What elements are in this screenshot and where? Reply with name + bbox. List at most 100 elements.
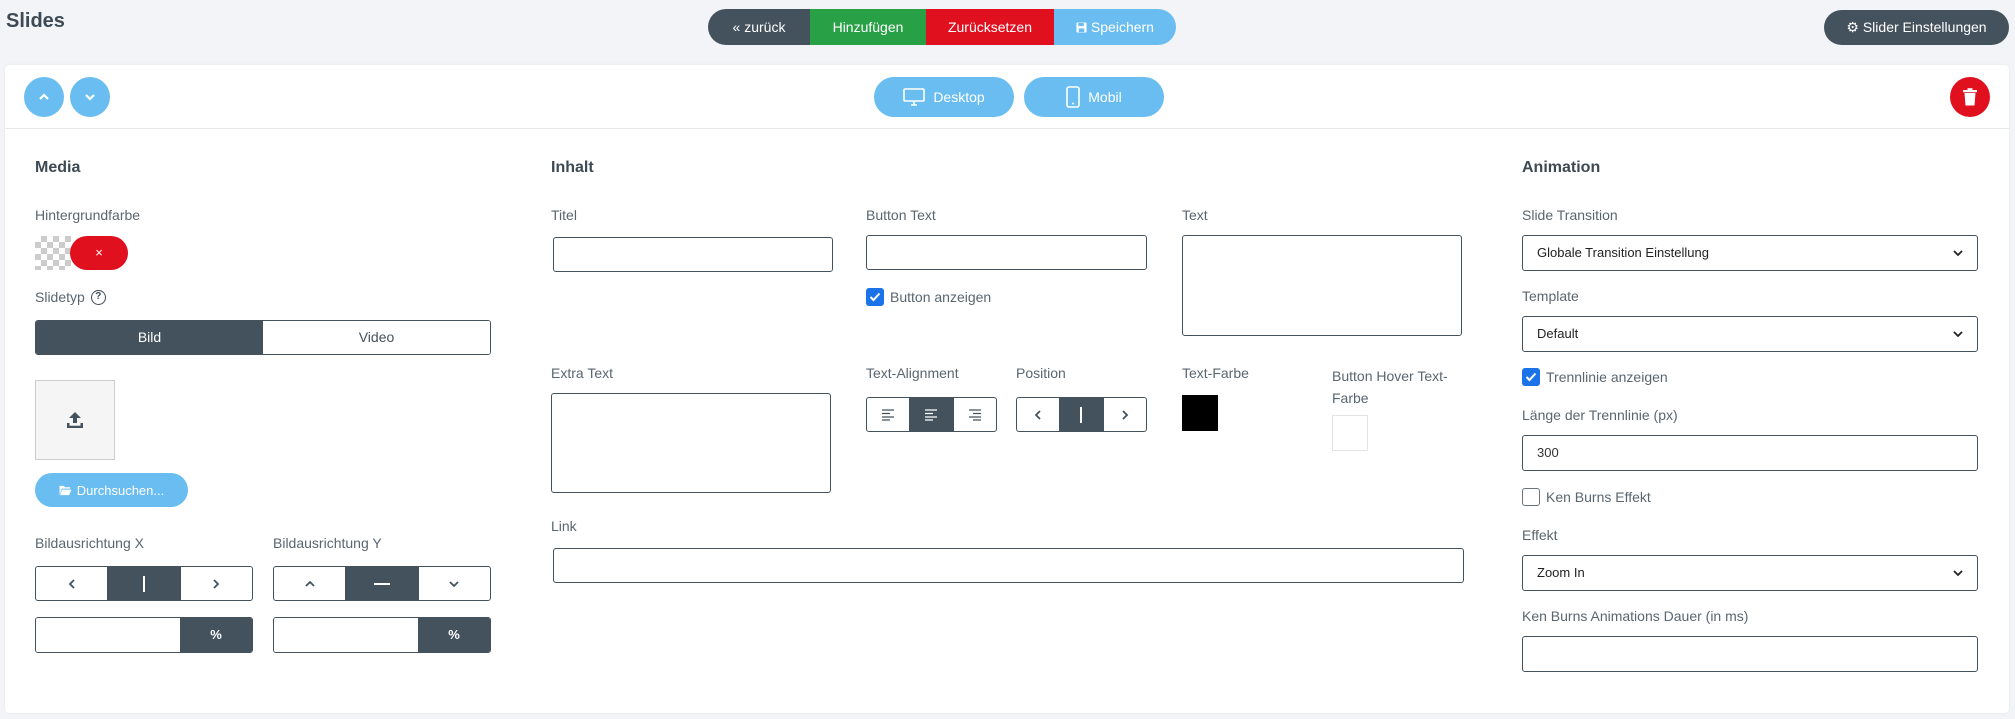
ken-burns-duration-input[interactable] (1522, 636, 1978, 672)
show-button-row: Button anzeigen (866, 288, 991, 306)
title-label: Titel (551, 207, 577, 223)
gears-icon: ⚙ (1846, 19, 1859, 35)
align-x-percent-input[interactable] (36, 618, 180, 652)
slide-transition-label: Slide Transition (1522, 207, 1618, 223)
extra-text-label: Extra Text (551, 365, 613, 381)
position-left-button[interactable] (1017, 398, 1061, 431)
align-center-icon (925, 408, 938, 421)
button-hover-color-label: Button Hover Text-Farbe (1332, 368, 1448, 406)
align-right-icon (968, 408, 981, 421)
align-center-x-button[interactable] (108, 567, 181, 600)
chevron-right-icon (1122, 409, 1129, 420)
header-action-group: « zurück Hinzufügen Zurücksetzen Speiche… (708, 9, 1176, 45)
chevron-up-icon (305, 580, 315, 587)
ken-burns-duration-label: Ken Burns Animations Dauer (in ms) (1522, 608, 1749, 624)
slidetype-image-option[interactable]: Bild (36, 321, 263, 354)
divider-length-input[interactable]: 300 (1522, 435, 1978, 471)
browse-button[interactable]: Durchsuchen... (35, 473, 188, 507)
animation-section-title: Animation (1522, 159, 1601, 176)
chevron-up-icon (39, 93, 49, 100)
position-right-button[interactable] (1104, 398, 1146, 431)
position-center-button[interactable] (1060, 398, 1104, 431)
horizontal-bar-icon (373, 582, 390, 585)
link-input[interactable] (553, 548, 1464, 583)
effect-label: Effekt (1522, 527, 1558, 543)
divider-label: Trennlinie anzeigen (1546, 369, 1668, 385)
text-color-swatch[interactable] (1182, 395, 1218, 431)
slider-settings-button[interactable]: ⚙ Slider Einstellungen (1824, 10, 2009, 45)
align-y-percent-input[interactable] (274, 618, 418, 652)
align-x-percent-group: % (35, 617, 253, 653)
text-alignment-label: Text-Alignment (866, 365, 959, 381)
align-y-label: Bildausrichtung Y (273, 535, 382, 551)
chevron-left-icon (68, 578, 75, 589)
bg-color-label: Hintergrundfarbe (35, 207, 141, 223)
slide-transition-select[interactable]: Globale Transition Einstellung (1522, 235, 1978, 271)
vertical-bar-icon (1080, 406, 1083, 423)
vertical-bar-icon (142, 575, 145, 592)
template-select[interactable]: Default (1522, 316, 1978, 352)
slidetype-label-row: Slidetyp ? (35, 289, 106, 305)
align-center-y-button[interactable] (346, 567, 419, 600)
delete-slide-button[interactable] (1950, 77, 1990, 117)
move-down-button[interactable] (70, 77, 110, 117)
ken-burns-label: Ken Burns Effekt (1546, 489, 1651, 505)
ken-burns-checkbox[interactable] (1522, 488, 1540, 506)
title-input[interactable] (553, 237, 833, 272)
back-button[interactable]: « zurück (708, 9, 810, 45)
slidetype-video-option[interactable]: Video (263, 321, 490, 354)
chevron-down-icon (1953, 249, 1963, 256)
align-y-percent-group: % (273, 617, 491, 653)
align-right-button[interactable] (181, 567, 252, 600)
smartphone-icon (1066, 86, 1081, 108)
text-textarea[interactable] (1182, 235, 1462, 336)
align-left-button[interactable] (36, 567, 109, 600)
slidetype-label: Slidetyp (35, 289, 85, 305)
position-control (1016, 397, 1147, 432)
card-divider (5, 128, 2009, 129)
double-chevron-left-icon: « (732, 19, 741, 35)
align-bottom-button[interactable] (419, 567, 490, 600)
question-circle-icon[interactable]: ? (90, 289, 106, 305)
floppy-disk-icon (1076, 22, 1087, 33)
mobile-view-button[interactable]: Mobil (1024, 77, 1164, 117)
text-align-center-button[interactable] (910, 398, 954, 431)
extra-text-textarea[interactable] (551, 393, 831, 493)
text-align-right-button[interactable] (954, 398, 996, 431)
image-upload-dropzone[interactable] (35, 380, 115, 460)
clear-bg-color-button[interactable]: × (70, 236, 128, 270)
media-section-title: Media (35, 159, 81, 176)
monitor-icon (903, 88, 926, 106)
desktop-view-button[interactable]: Desktop (874, 77, 1014, 117)
chevron-down-icon (85, 94, 95, 101)
effect-select[interactable]: Zoom In (1522, 555, 1978, 591)
text-color-label: Text-Farbe (1182, 365, 1249, 381)
chevron-left-icon (1034, 409, 1041, 420)
add-button[interactable]: Hinzufügen (810, 9, 926, 45)
reset-button[interactable]: Zurücksetzen (926, 9, 1054, 45)
divider-length-label: Länge der Trennlinie (px) (1522, 407, 1678, 423)
page-title: Slides (6, 10, 65, 32)
text-alignment-control (866, 397, 997, 432)
slidetype-toggle: Bild Video (35, 320, 491, 355)
align-x-label: Bildausrichtung X (35, 535, 144, 551)
text-label: Text (1182, 207, 1208, 223)
align-x-control (35, 566, 253, 601)
chevron-down-icon (449, 580, 459, 587)
checkmark-icon (869, 292, 881, 302)
button-text-input[interactable] (866, 235, 1147, 270)
bg-color-swatch[interactable] (35, 236, 71, 270)
show-button-checkbox[interactable] (866, 288, 884, 306)
chevron-down-icon (1953, 569, 1963, 576)
checkmark-icon (1525, 372, 1537, 382)
button-text-label: Button Text (866, 207, 936, 223)
divider-checkbox[interactable] (1522, 368, 1540, 386)
save-button[interactable]: Speichern (1054, 9, 1176, 45)
divider-row: Trennlinie anzeigen (1522, 368, 1668, 386)
upload-icon (67, 412, 83, 428)
chevron-down-icon (1953, 330, 1963, 337)
align-top-button[interactable] (274, 567, 347, 600)
text-align-left-button[interactable] (867, 398, 911, 431)
move-up-button[interactable] (24, 77, 64, 117)
button-hover-color-swatch[interactable] (1332, 415, 1368, 451)
